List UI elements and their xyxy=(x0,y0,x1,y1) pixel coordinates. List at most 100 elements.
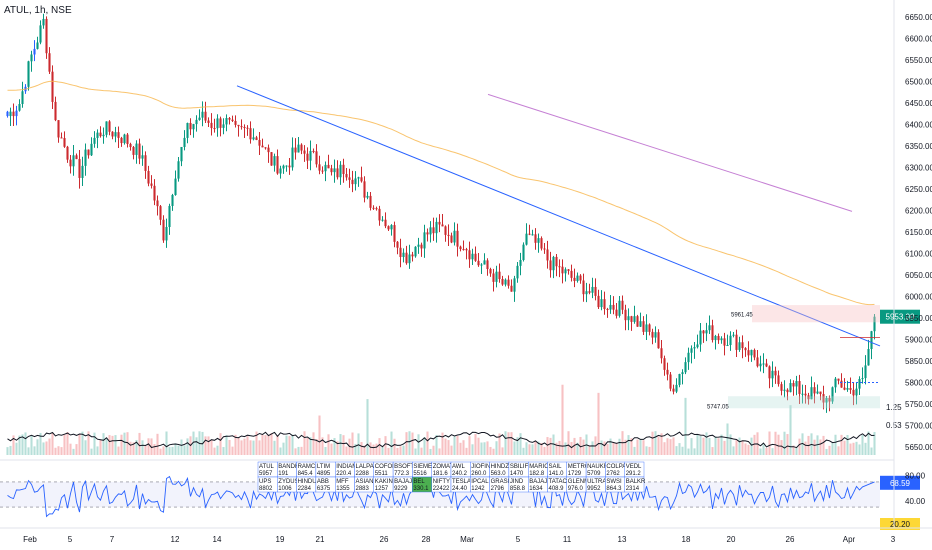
candle-body xyxy=(468,250,471,260)
volume-bar xyxy=(591,441,594,455)
candle-body xyxy=(57,120,60,138)
price-tick-label: 6600.00 xyxy=(905,35,932,44)
candle-body xyxy=(786,389,789,393)
candle-body xyxy=(39,25,42,43)
watchlist-value: 260.0 xyxy=(471,471,487,477)
candle-body xyxy=(351,179,354,185)
candle-body xyxy=(537,238,540,243)
volume-bar xyxy=(303,431,306,455)
candle-body xyxy=(534,234,537,243)
volume-bar xyxy=(738,437,741,455)
volume-bar xyxy=(438,448,441,455)
candle-body xyxy=(813,387,816,394)
time-tick-label: Feb xyxy=(23,535,37,544)
volume-bar xyxy=(63,434,66,455)
volume-bar xyxy=(144,445,147,455)
volume-bar xyxy=(159,448,162,455)
price-tick-label: 6300.00 xyxy=(905,164,932,173)
volume-bar xyxy=(462,440,465,455)
candle-body xyxy=(567,269,570,271)
volume-bar xyxy=(489,446,492,455)
time-tick-label: 5 xyxy=(516,535,521,544)
volume-bar xyxy=(627,435,630,455)
candle-body xyxy=(321,170,324,172)
price-tick-label: 6650.00 xyxy=(905,13,932,22)
volume-bar xyxy=(66,432,69,455)
ema-orange-line xyxy=(7,80,875,306)
watchlist-symbol: BAJAJ xyxy=(394,479,412,485)
watchlist-symbol: NIFTY xyxy=(433,479,450,485)
candle-body xyxy=(555,256,558,267)
swing-high-label: 5961.45 xyxy=(731,312,753,318)
price-tick-label: 6250.00 xyxy=(905,185,932,194)
volume-bar xyxy=(636,439,639,455)
candle-body xyxy=(165,227,168,241)
volume-bar xyxy=(864,442,867,455)
candle-body xyxy=(816,391,819,394)
candle-body xyxy=(498,271,501,279)
watchlist-value: 2284 xyxy=(298,486,312,492)
candle-body xyxy=(690,348,693,353)
watchlist-value: 864.3 xyxy=(606,486,622,492)
volume-bar xyxy=(528,444,531,455)
time-tick-label: 3 xyxy=(891,535,896,544)
watchlist-symbol: ASIAN xyxy=(356,479,374,485)
candle-body xyxy=(639,321,642,327)
volume-bar xyxy=(714,436,717,455)
candle-body xyxy=(285,165,288,167)
watchlist-value: 141.0 xyxy=(549,471,565,477)
volume-bar xyxy=(525,442,528,455)
volume-bar xyxy=(279,447,282,455)
watchlist-symbol: JIND xyxy=(510,479,524,485)
volume-bar xyxy=(669,439,672,455)
volume-bar xyxy=(780,440,783,455)
candle-body xyxy=(180,146,183,162)
volume-bar xyxy=(78,434,81,455)
candle-body xyxy=(546,249,549,261)
volume-bar xyxy=(825,448,828,455)
candle-body xyxy=(369,195,372,208)
chart-canvas[interactable]: 5961.455747.055953.001.250.53 68.5920.20… xyxy=(0,0,932,550)
candle-body xyxy=(96,132,99,138)
candle-body xyxy=(723,338,726,346)
watchlist-symbol: AWL xyxy=(452,464,465,470)
watchlist-symbol: ABB xyxy=(317,479,329,485)
candle-body xyxy=(354,178,357,185)
time-tick-label: 19 xyxy=(276,535,285,544)
candle-body xyxy=(336,168,339,178)
candle-body xyxy=(120,137,123,144)
time-tick-label: 13 xyxy=(618,535,627,544)
volume-bar xyxy=(360,442,363,455)
candle-body xyxy=(81,165,84,178)
volume-bar xyxy=(849,443,852,455)
watchlist-value: 976.0 xyxy=(568,486,584,492)
rsi-pane[interactable]: 68.5920.20ATUL5957BANDHA191RAMCO845.4LTI… xyxy=(0,461,920,530)
candle-body xyxy=(855,388,858,396)
candle-body xyxy=(675,384,678,392)
time-tick-label: 21 xyxy=(316,535,325,544)
candle-body xyxy=(753,349,756,358)
volume-bar xyxy=(858,444,861,455)
volume-bar xyxy=(384,436,387,455)
volume-bar xyxy=(774,431,777,455)
volume-bar xyxy=(312,432,315,455)
volume-bar xyxy=(54,447,57,455)
volume-bar xyxy=(6,447,9,455)
watchlist-value: 408.9 xyxy=(549,486,565,492)
candle-body xyxy=(705,330,708,334)
candle-body xyxy=(207,120,210,123)
watchlist-value: 191 xyxy=(278,471,289,477)
volume-bar xyxy=(162,446,165,455)
candle-body xyxy=(111,131,114,137)
candle-body xyxy=(552,256,555,271)
price-pane[interactable]: 5961.455747.055953.001.250.53 xyxy=(6,13,920,455)
candle-body xyxy=(483,260,486,265)
candle-body xyxy=(528,233,531,235)
volume-bar xyxy=(204,436,207,455)
candle-body xyxy=(573,277,576,282)
candle-body xyxy=(249,128,252,140)
candle-body xyxy=(492,273,495,282)
candle-body xyxy=(297,144,300,153)
volume-bar xyxy=(375,443,378,455)
price-tick-label: 5650.00 xyxy=(905,443,932,452)
